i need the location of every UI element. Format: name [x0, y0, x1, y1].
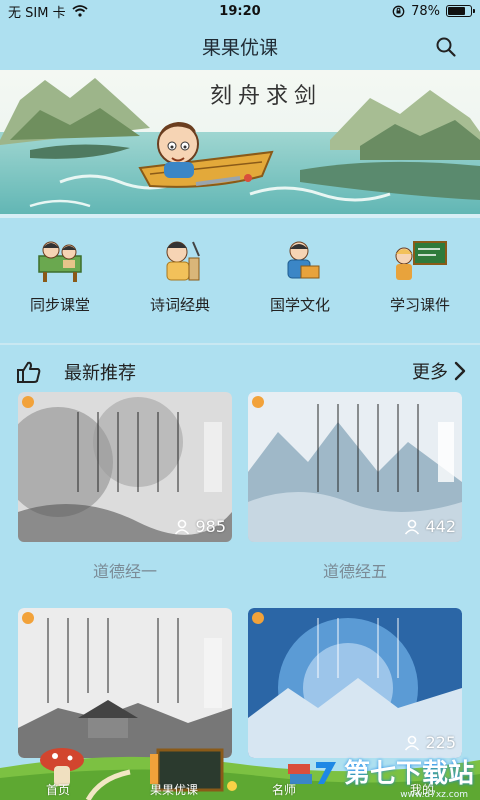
watermark: 第七下载站: [312, 753, 474, 790]
tab-home[interactable]: 首页: [46, 781, 70, 798]
course-thumbnail: 442: [248, 392, 462, 542]
tab-guoguo-courses[interactable]: 果果优课: [150, 781, 198, 798]
course-thumbnail: 225: [248, 608, 462, 758]
view-count-value: 442: [425, 517, 456, 536]
courseware-icon: [395, 241, 447, 280]
category-poetry-classics[interactable]: 诗词经典: [120, 238, 240, 315]
course-title: 道德经五: [322, 562, 387, 581]
course-card[interactable]: 442 道德经五: [248, 392, 462, 582]
status-right: 78%: [392, 3, 475, 19]
poetry-icon: [166, 241, 200, 281]
village-ink-image: [18, 608, 232, 758]
category-chinese-culture[interactable]: 国学文化: [240, 238, 360, 315]
thumbs-up-icon: [17, 361, 41, 383]
section-header: 最新推荐 更多: [0, 352, 480, 388]
search-icon[interactable]: [434, 35, 458, 59]
view-count: 985: [174, 517, 226, 536]
battery-fill: [448, 7, 466, 15]
battery-percent: 78%: [411, 3, 440, 19]
carrier-text: 无 SIM 卡: [8, 5, 66, 21]
classroom-icon: [38, 241, 82, 282]
more-label: 更多: [412, 362, 448, 383]
status-time: 19:20: [219, 3, 261, 19]
watermark-url: www.d7xz.com: [400, 790, 468, 800]
banner-title: 刻舟求剑: [210, 84, 323, 109]
battery-icon: [446, 5, 475, 17]
user-icon: [405, 519, 420, 535]
chevron-right-icon: [454, 361, 466, 381]
status-bar: 无 SIM 卡 19:20 78%: [0, 0, 480, 22]
course-card[interactable]: [18, 608, 232, 758]
course-card[interactable]: 225: [248, 608, 462, 758]
user-icon: [175, 519, 190, 535]
category-label: 诗词经典: [149, 296, 210, 314]
status-left: 无 SIM 卡: [8, 2, 88, 21]
watermark-logo-icon: [315, 761, 336, 784]
category-label: 同步课堂: [29, 296, 90, 314]
banner-carousel[interactable]: 刻舟求剑: [0, 70, 480, 218]
page-title: 果果优课: [201, 36, 278, 59]
orientation-lock-icon: [392, 5, 405, 17]
view-count-value: 985: [195, 517, 226, 536]
category-courseware[interactable]: 学习课件: [360, 238, 480, 315]
wifi-icon: [71, 5, 88, 17]
tab-teachers[interactable]: 名师: [272, 781, 296, 798]
chinese-culture-icon: [287, 241, 320, 279]
divider: [0, 343, 480, 345]
section-title: 最新推荐: [64, 363, 136, 384]
course-thumbnail: 985: [18, 392, 232, 542]
category-label: 学习课件: [389, 296, 450, 314]
nav-bar: 果果优课: [0, 22, 480, 70]
more-link[interactable]: 更多: [412, 358, 466, 384]
category-sync-classroom[interactable]: 同步课堂: [0, 238, 120, 315]
course-title: 道德经一: [92, 562, 157, 581]
watermark-text: 第七下载站: [343, 759, 474, 789]
view-count: 442: [404, 517, 456, 536]
course-card[interactable]: 985 道德经一: [18, 392, 232, 582]
category-grid: 同步课堂 诗词经典 国学文化 学习课件: [0, 222, 480, 342]
bottom-tab-bar: 首页 果果优课 名师 我的 第七下载站 www.d7xz.com: [0, 738, 480, 800]
course-thumbnail: [18, 608, 232, 758]
category-label: 国学文化: [269, 296, 330, 314]
